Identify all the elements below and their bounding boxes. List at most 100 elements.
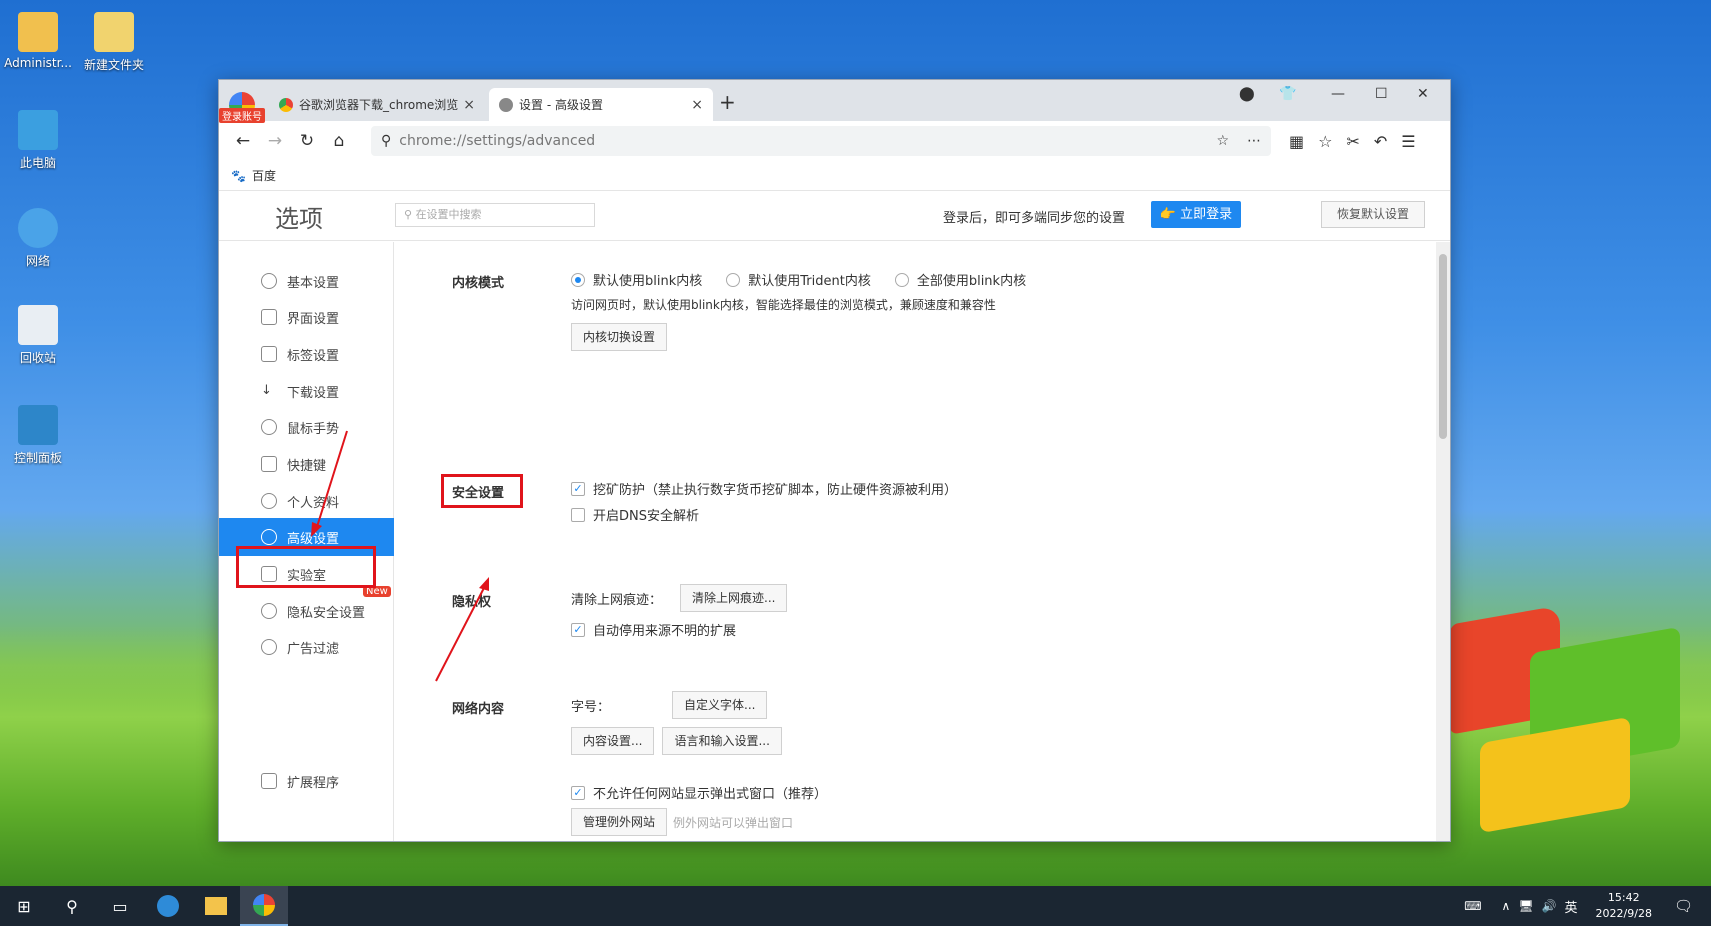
sidebar-item-shortcuts[interactable]: 快捷键: [219, 445, 394, 483]
dns-row[interactable]: 开启DNS安全解析: [571, 505, 699, 524]
restore-defaults-button[interactable]: 恢复默认设置: [1321, 201, 1425, 228]
kernel-description: 访问网页时，默认使用blink内核，智能选择最佳的浏览模式，兼顾速度和兼容性: [571, 298, 996, 312]
auto-disable-extensions-row[interactable]: ✓ 自动停用来源不明的扩展: [571, 620, 736, 639]
mining-checkbox[interactable]: ✓: [571, 481, 585, 496]
popup-block-row[interactable]: ✓ 不允许任何网站显示弹出式窗口（推荐）: [571, 783, 827, 802]
exceptions-row: 管理例外网站 例外网站可以弹出窗口: [571, 808, 793, 836]
apps-grid-icon[interactable]: ▦: [1289, 132, 1304, 151]
radio-trident-default[interactable]: [726, 272, 741, 287]
sidebar-item-profile[interactable]: 个人资料: [219, 482, 394, 520]
volume-icon[interactable]: 🔊: [1542, 899, 1557, 913]
block-icon: [261, 639, 277, 655]
tab-settings-advanced[interactable]: 设置 - 高级设置 ×: [489, 88, 713, 121]
clear-history-row: 清除上网痕迹： 清除上网痕迹...: [571, 584, 788, 612]
desktop-icon-network[interactable]: 网络: [0, 208, 76, 269]
tab-close-icon[interactable]: ×: [463, 97, 475, 113]
maximize-icon[interactable]: ☐: [1375, 86, 1388, 102]
extension-icon: [261, 773, 277, 789]
system-tray: ⌨ ∧ 🖥 🔊 英 15:42 2022/9/28 🗨: [1464, 886, 1711, 926]
nav-toolbar: ← → ↻ ⌂ ⚲ chrome://settings/advanced ☆ ⋯…: [219, 121, 1450, 161]
login-account-badge[interactable]: 登录账号: [219, 108, 265, 123]
minimize-icon[interactable]: —: [1331, 86, 1345, 102]
edge-browser-icon[interactable]: [144, 886, 192, 926]
scissors-icon[interactable]: ✂: [1346, 132, 1359, 151]
ime-indicator[interactable]: 英: [1565, 897, 1578, 916]
desktop-icon-admin[interactable]: Administr...: [0, 12, 76, 70]
settings-content: 内核模式 默认使用blink内核 默认使用Trident内核 全部使用blink…: [395, 242, 1436, 841]
search-icon[interactable]: ⚲: [48, 886, 96, 926]
new-tab-button[interactable]: +: [719, 90, 736, 114]
desktop-icon-this-pc[interactable]: 此电脑: [0, 110, 76, 171]
kernel-options: 默认使用blink内核 默认使用Trident内核 全部使用blink内核: [571, 270, 1026, 289]
popup-checkbox[interactable]: ✓: [571, 785, 585, 800]
shield-dropdown-icon[interactable]: ⬤: [1239, 86, 1255, 102]
notification-icon[interactable]: 🗨: [1674, 897, 1693, 915]
scrollbar-thumb[interactable]: [1439, 254, 1447, 439]
favorites-icon[interactable]: ☆: [1318, 132, 1332, 151]
sidebar-item-basic[interactable]: 基本设置: [219, 262, 394, 300]
bookmarks-bar: 🐾 百度: [219, 161, 1450, 191]
windows-start-icon[interactable]: ⊞: [0, 886, 48, 926]
gear-icon: [261, 273, 277, 289]
sidebar-item-privacy-security[interactable]: 隐私安全设置 New: [219, 586, 394, 630]
section-privacy-title: 隐私权: [452, 595, 492, 610]
sidebar-item-mouse-gesture[interactable]: 鼠标手势: [219, 408, 394, 446]
kernel-switch-row: 内核切换设置: [571, 323, 668, 351]
search-icon: ⚲: [381, 133, 392, 149]
content-settings-row: 内容设置... 语言和输入设置...: [571, 727, 782, 755]
kernel-switch-button[interactable]: 内核切换设置: [571, 323, 668, 351]
bookmark-star-icon[interactable]: ☆: [1216, 133, 1229, 149]
vertical-scrollbar[interactable]: [1436, 242, 1450, 841]
chrome-favicon-icon: [279, 97, 293, 112]
settings-search-input[interactable]: ⚲ 在设置中搜索: [395, 203, 595, 227]
close-window-icon[interactable]: ✕: [1417, 86, 1429, 102]
file-explorer-icon[interactable]: [192, 886, 240, 926]
back-icon[interactable]: ←: [227, 131, 259, 151]
section-kernel-title: 内核模式: [452, 276, 505, 291]
radio-blink-default[interactable]: [571, 272, 585, 287]
tab-close-icon[interactable]: ×: [691, 97, 703, 113]
sidebar-item-extensions[interactable]: 扩展程序: [219, 762, 394, 800]
auto-disable-checkbox[interactable]: ✓: [571, 622, 585, 637]
reload-icon[interactable]: ↻: [291, 131, 323, 151]
folder-icon: [94, 12, 134, 52]
menu-icon[interactable]: ☰: [1401, 132, 1415, 151]
clock[interactable]: 15:42 2022/9/28: [1596, 890, 1652, 922]
desktop-icon-new-folder[interactable]: 新建文件夹: [76, 12, 152, 73]
forward-icon[interactable]: →: [259, 131, 291, 151]
language-input-button[interactable]: 语言和输入设置...: [662, 727, 782, 755]
address-text: chrome://settings/advanced: [399, 133, 596, 149]
browser-taskbar-icon[interactable]: [240, 886, 288, 926]
tab-chrome-download[interactable]: 谷歌浏览器下载_chrome浏览 ×: [269, 88, 485, 121]
page-title: 选项: [275, 205, 323, 233]
more-icon[interactable]: ⋯: [1247, 133, 1261, 149]
undo-icon[interactable]: ↶: [1374, 132, 1387, 151]
network-tray-icon[interactable]: 🖥: [1518, 899, 1533, 913]
bookmark-baidu[interactable]: 百度: [252, 167, 276, 184]
tab-icon: [261, 346, 277, 362]
chevron-up-icon[interactable]: ∧: [1502, 899, 1511, 913]
content-settings-button[interactable]: 内容设置...: [571, 727, 655, 755]
sidebar-item-ad-filter[interactable]: 广告过滤: [219, 628, 394, 666]
gear-icon: [499, 97, 513, 112]
home-icon[interactable]: ⌂: [323, 131, 355, 151]
login-now-button[interactable]: 👉 立即登录: [1151, 201, 1241, 228]
custom-font-button[interactable]: 自定义字体...: [672, 691, 768, 719]
desktop-icon-recycle-bin[interactable]: 回收站: [0, 305, 76, 366]
exceptions-hint: 例外网站可以弹出窗口: [673, 815, 794, 830]
mining-protection-row[interactable]: ✓ 挖矿防护（禁止执行数字货币挖矿脚本，防止硬件资源被利用）: [571, 479, 957, 498]
skin-icon[interactable]: 👕: [1279, 86, 1296, 102]
tab-bar: 登录账号 谷歌浏览器下载_chrome浏览 × 设置 - 高级设置 × + ⬤ …: [219, 80, 1450, 123]
clear-history-button[interactable]: 清除上网痕迹...: [680, 584, 788, 612]
highlight-box-advanced: [236, 546, 376, 588]
address-bar[interactable]: ⚲ chrome://settings/advanced ☆ ⋯: [371, 126, 1271, 156]
manage-exceptions-button[interactable]: 管理例外网站: [571, 808, 668, 836]
sidebar-item-interface[interactable]: 界面设置: [219, 298, 394, 336]
touch-keyboard-icon[interactable]: ⌨: [1464, 899, 1481, 913]
dns-checkbox[interactable]: [571, 507, 585, 522]
radio-blink-all[interactable]: [894, 272, 909, 287]
desktop-icon-control-panel[interactable]: 控制面板: [0, 405, 76, 466]
sidebar-item-download[interactable]: ↓ 下载设置: [219, 372, 394, 410]
sidebar-item-tabs[interactable]: 标签设置: [219, 335, 394, 373]
task-view-icon[interactable]: ▭: [96, 886, 144, 926]
